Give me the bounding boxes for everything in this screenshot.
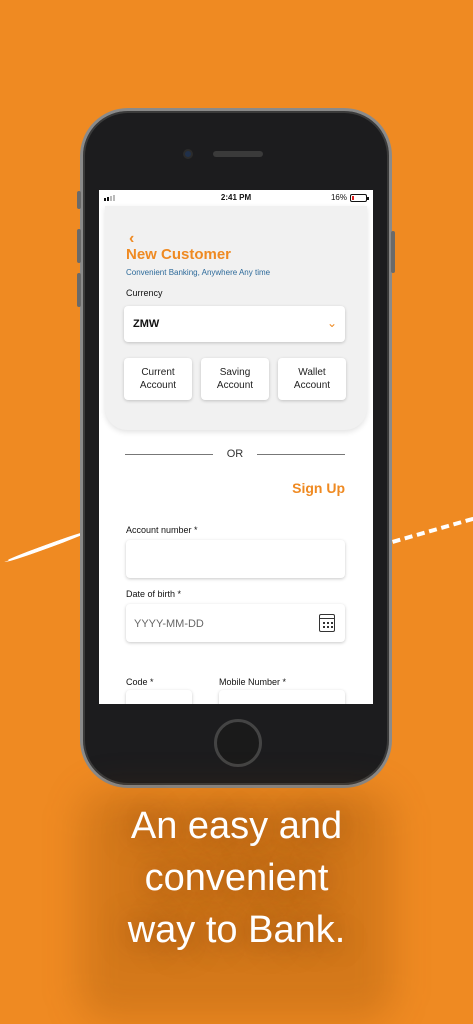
or-divider: OR	[125, 448, 345, 462]
phone-mute-switch	[77, 191, 81, 209]
currency-select[interactable]: ZMW ⌄	[124, 306, 345, 342]
tagline-line2: convenient	[144, 857, 329, 899]
tagline-line3: way to Bank.	[127, 909, 346, 951]
tagline-line1: An easy and	[130, 805, 343, 847]
new-customer-card: ‹ New Customer Convenient Banking, Anywh…	[105, 206, 367, 430]
phone-camera	[183, 149, 193, 159]
wallet-account-line1: Wallet	[298, 367, 326, 378]
currency-value: ZMW	[133, 318, 160, 330]
saving-account-line1: Saving	[219, 367, 251, 378]
dob-input[interactable]: YYYY-MM-DD	[126, 604, 345, 642]
mobile-number-label: Mobile Number *	[219, 677, 287, 687]
chevron-down-icon: ⌄	[326, 316, 337, 330]
page-title: New Customer	[126, 246, 232, 263]
dob-label: Date of birth *	[126, 589, 182, 599]
code-input[interactable]	[126, 690, 192, 704]
account-number-input[interactable]	[126, 540, 345, 578]
current-account-line1: Current	[141, 367, 175, 378]
wallet-account-line2: Account	[293, 380, 331, 391]
dob-placeholder: YYYY-MM-DD	[134, 618, 204, 630]
phone-speaker	[213, 151, 263, 157]
battery-percent: 16%	[330, 193, 347, 202]
decorative-dashed-path-left	[4, 529, 90, 564]
wallet-account-button[interactable]: Wallet Account	[278, 358, 346, 400]
mobile-number-input[interactable]	[219, 690, 345, 704]
battery-icon	[350, 194, 369, 202]
status-bar: 2:41 PM 16%	[99, 190, 373, 206]
saving-account-button[interactable]: Saving Account	[201, 358, 269, 400]
current-account-button[interactable]: Current Account	[124, 358, 192, 400]
calendar-icon[interactable]	[319, 614, 335, 632]
current-account-line2: Account	[139, 380, 177, 391]
phone-volume-down	[77, 273, 81, 307]
saving-account-line2: Account	[216, 380, 254, 391]
tagline: An easy and convenient way to Bank.	[0, 800, 473, 956]
decorative-dashed-path-right	[392, 516, 473, 544]
page-subtitle: Convenient Banking, Anywhere Any time	[126, 268, 271, 277]
signup-title: Sign Up	[292, 480, 345, 496]
code-label: Code *	[126, 677, 154, 687]
app-screen: 2:41 PM 16% ‹ New Customer Convenient Ba…	[99, 190, 373, 704]
phone-home-button	[214, 719, 262, 767]
phone-power-button	[391, 231, 395, 273]
divider-line-right	[257, 454, 345, 455]
phone-volume-up	[77, 229, 81, 263]
currency-label: Currency	[126, 288, 163, 298]
account-number-label: Account number *	[126, 525, 198, 535]
